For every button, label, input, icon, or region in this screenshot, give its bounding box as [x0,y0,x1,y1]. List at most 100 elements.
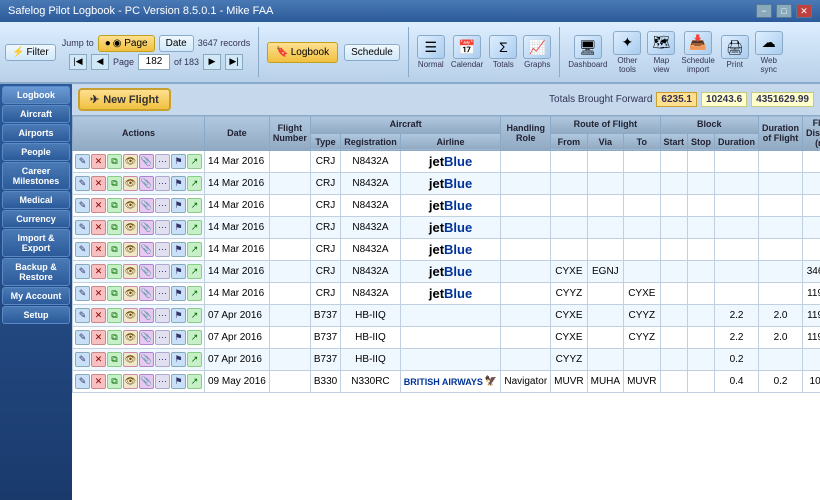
page-number-input[interactable] [138,54,170,70]
more-icon[interactable]: ⋯ [155,264,170,279]
attach-icon[interactable]: 📎 [139,198,154,213]
view-icon[interactable]: 👁 [123,176,138,191]
edit-icon[interactable]: ✎ [75,330,90,345]
delete-icon[interactable]: ✕ [91,242,106,257]
share-icon[interactable]: ↗ [187,352,202,367]
view-icon[interactable]: 👁 [123,264,138,279]
cell-actions[interactable]: ✎ ✕ ⧉ 👁 📎 ⋯ ⚑ ↗ [73,305,205,327]
edit-icon[interactable]: ✎ [75,308,90,323]
delete-icon[interactable]: ✕ [91,308,106,323]
share-icon[interactable]: ↗ [187,286,202,301]
flag-icon[interactable]: ⚑ [171,264,186,279]
copy-icon[interactable]: ⧉ [107,198,122,213]
share-icon[interactable]: ↗ [187,176,202,191]
flag-icon[interactable]: ⚑ [171,374,186,389]
attach-icon[interactable]: 📎 [139,286,154,301]
minimize-btn[interactable]: − [756,4,772,18]
view-icon[interactable]: 👁 [123,220,138,235]
flag-icon[interactable]: ⚑ [171,352,186,367]
share-icon[interactable]: ↗ [187,242,202,257]
close-btn[interactable]: ✕ [796,4,812,18]
attach-icon[interactable]: 📎 [139,330,154,345]
last-page-btn[interactable]: ▶| [225,54,243,70]
normal-view-btn[interactable]: ☰ Normal [417,35,445,69]
sidebar-item-medical[interactable]: Medical [2,191,70,209]
more-icon[interactable]: ⋯ [155,308,170,323]
sidebar-item-career[interactable]: Career Milestones [2,162,70,190]
sidebar-item-people[interactable]: People [2,143,70,161]
flag-icon[interactable]: ⚑ [171,286,186,301]
delete-icon[interactable]: ✕ [91,374,106,389]
delete-icon[interactable]: ✕ [91,198,106,213]
flag-icon[interactable]: ⚑ [171,198,186,213]
sidebar-item-backup[interactable]: Backup & Restore [2,258,70,286]
copy-icon[interactable]: ⧉ [107,176,122,191]
view-icon[interactable]: 👁 [123,154,138,169]
more-icon[interactable]: ⋯ [155,352,170,367]
share-icon[interactable]: ↗ [187,154,202,169]
window-controls[interactable]: − □ ✕ [756,4,812,18]
edit-icon[interactable]: ✎ [75,352,90,367]
attach-icon[interactable]: 📎 [139,352,154,367]
date-btn[interactable]: Date [159,35,194,52]
logbook-btn[interactable]: 🔖 Logbook [267,42,338,63]
graphs-btn[interactable]: 📈 Graphs [523,35,551,69]
delete-icon[interactable]: ✕ [91,220,106,235]
cell-actions[interactable]: ✎ ✕ ⧉ 👁 📎 ⋯ ⚑ ↗ [73,283,205,305]
edit-icon[interactable]: ✎ [75,374,90,389]
share-icon[interactable]: ↗ [187,198,202,213]
delete-icon[interactable]: ✕ [91,352,106,367]
print-btn[interactable]: 🖨 Print [721,35,749,69]
sidebar-item-airports[interactable]: Airports [2,124,70,142]
edit-icon[interactable]: ✎ [75,220,90,235]
maximize-btn[interactable]: □ [776,4,792,18]
edit-icon[interactable]: ✎ [75,242,90,257]
share-icon[interactable]: ↗ [187,374,202,389]
copy-icon[interactable]: ⧉ [107,308,122,323]
attach-icon[interactable]: 📎 [139,308,154,323]
share-icon[interactable]: ↗ [187,264,202,279]
attach-icon[interactable]: 📎 [139,374,154,389]
more-icon[interactable]: ⋯ [155,176,170,191]
sidebar-item-currency[interactable]: Currency [2,210,70,228]
cell-actions[interactable]: ✎ ✕ ⧉ 👁 📎 ⋯ ⚑ ↗ [73,195,205,217]
copy-icon[interactable]: ⧉ [107,352,122,367]
delete-icon[interactable]: ✕ [91,330,106,345]
copy-icon[interactable]: ⧉ [107,220,122,235]
edit-icon[interactable]: ✎ [75,264,90,279]
totals-btn[interactable]: Σ Totals [489,35,517,69]
sidebar-item-setup[interactable]: Setup [2,306,70,324]
view-icon[interactable]: 👁 [123,308,138,323]
filter-btn[interactable]: ⚡ Filter [5,44,56,61]
more-icon[interactable]: ⋯ [155,286,170,301]
more-icon[interactable]: ⋯ [155,220,170,235]
view-icon[interactable]: 👁 [123,374,138,389]
view-icon[interactable]: 👁 [123,352,138,367]
flag-icon[interactable]: ⚑ [171,220,186,235]
share-icon[interactable]: ↗ [187,308,202,323]
flag-icon[interactable]: ⚑ [171,330,186,345]
sidebar-item-logbook[interactable]: Logbook [2,86,70,104]
new-flight-btn[interactable]: ✈ New Flight [78,88,171,111]
edit-icon[interactable]: ✎ [75,286,90,301]
attach-icon[interactable]: 📎 [139,220,154,235]
web-sync-btn[interactable]: ☁ Websync [755,31,783,74]
delete-icon[interactable]: ✕ [91,286,106,301]
cell-actions[interactable]: ✎ ✕ ⧉ 👁 📎 ⋯ ⚑ ↗ [73,349,205,371]
attach-icon[interactable]: 📎 [139,176,154,191]
delete-icon[interactable]: ✕ [91,176,106,191]
more-icon[interactable]: ⋯ [155,154,170,169]
attach-icon[interactable]: 📎 [139,242,154,257]
dashboard-btn[interactable]: 🖥 Dashboard [568,35,607,69]
sidebar-item-account[interactable]: My Account [2,287,70,305]
delete-icon[interactable]: ✕ [91,264,106,279]
flight-log-table-container[interactable]: Actions Date FlightNumber Aircraft Handl… [72,115,820,500]
calendar-view-btn[interactable]: 📅 Calendar [451,35,483,69]
edit-icon[interactable]: ✎ [75,198,90,213]
prev-page-btn[interactable]: ◀ [91,54,109,70]
delete-icon[interactable]: ✕ [91,154,106,169]
other-tools-btn[interactable]: ✦ Othertools [613,31,641,74]
copy-icon[interactable]: ⧉ [107,286,122,301]
flag-icon[interactable]: ⚑ [171,154,186,169]
copy-icon[interactable]: ⧉ [107,154,122,169]
